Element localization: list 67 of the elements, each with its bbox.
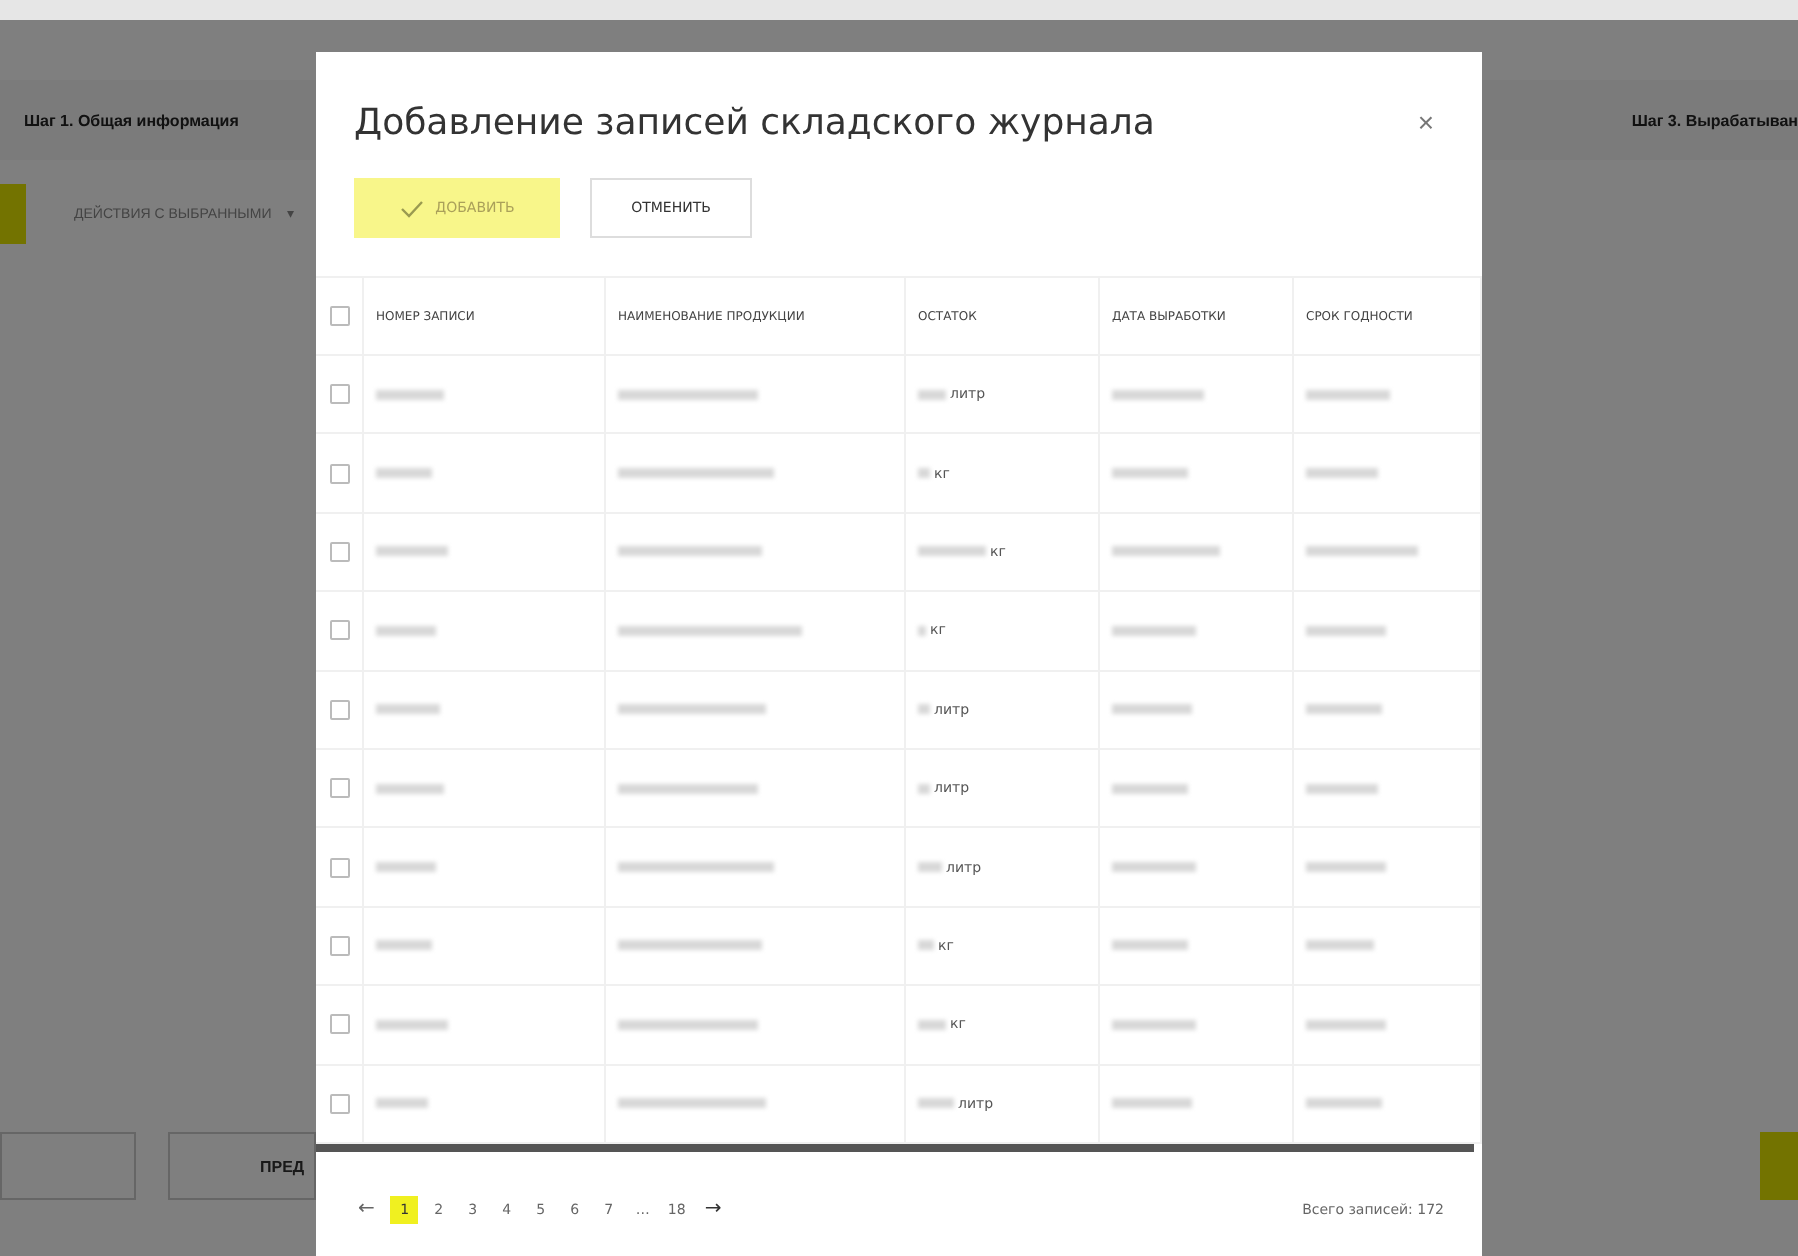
blurred-text [1112,862,1196,873]
step-tab[interactable]: Шаг 1. Общая информация [24,111,239,129]
side-tab[interactable] [0,184,26,244]
modal-title: Добавление записей складского журнала [354,101,1155,143]
blurred-text [1112,389,1204,400]
blurred-text [918,1019,946,1030]
page-button[interactable] [0,1132,136,1200]
blurred-text [1306,862,1386,873]
blurred-text [1306,940,1374,951]
blurred-text [1306,389,1390,400]
checkbox[interactable] [330,620,350,641]
checkbox[interactable] [330,857,350,878]
blurred-text [376,940,432,951]
blurred-text [1112,468,1188,479]
checkbox[interactable] [330,778,350,799]
blurred-text [376,783,444,794]
blurred-text [376,1019,448,1030]
checkbox[interactable] [330,463,350,484]
blurred-text [1306,783,1378,794]
blurred-text [918,1098,954,1109]
blurred-text [618,783,758,794]
blurred-text [918,704,930,715]
blurred-text [918,546,986,557]
scrollbar[interactable] [316,1143,1474,1152]
checkbox[interactable] [330,306,350,326]
blurred-text [918,940,934,951]
page-button[interactable] [1760,1132,1798,1200]
blurred-text [376,625,436,636]
checkbox[interactable] [330,935,350,956]
blurred-text [376,389,444,400]
blurred-text [1112,546,1220,557]
blurred-text [376,704,440,715]
blurred-text [1306,1019,1386,1030]
step-tab[interactable]: Шаг 3. Вырабатыван [1631,111,1798,129]
blurred-text [618,546,762,557]
blurred-text [376,1098,428,1109]
blurred-text [1112,783,1188,794]
blurred-text [376,862,436,873]
blurred-text [1112,940,1188,951]
checkbox[interactable] [330,699,350,720]
blurred-text [1306,625,1386,636]
checkbox[interactable] [330,541,350,562]
blurred-text [618,1019,758,1030]
close-button[interactable]: × [1409,106,1442,138]
blurred-text [918,862,942,873]
page-button[interactable]: ПРЕД [168,1132,316,1200]
checkbox[interactable] [330,1093,350,1114]
blurred-text [1112,1098,1192,1109]
blurred-text [618,389,758,400]
blurred-text [1306,468,1378,479]
blurred-text [376,546,448,557]
blurred-text [918,389,946,400]
blurred-text [1112,704,1192,715]
check-icon [399,199,424,217]
blurred-text [1306,546,1418,557]
blurred-text [1306,1098,1382,1109]
blurred-text [618,940,762,951]
blurred-text [1112,625,1196,636]
blurred-text [918,468,930,479]
blurred-text [376,468,432,479]
checkbox[interactable] [330,384,350,405]
blurred-text [1306,704,1382,715]
previous-page-arrow[interactable]: ← [358,1198,375,1221]
checkbox[interactable] [330,1014,350,1035]
blurred-text [1112,1019,1196,1030]
next-page-arrow[interactable]: → [704,1198,722,1221]
blurred-text [918,783,930,794]
